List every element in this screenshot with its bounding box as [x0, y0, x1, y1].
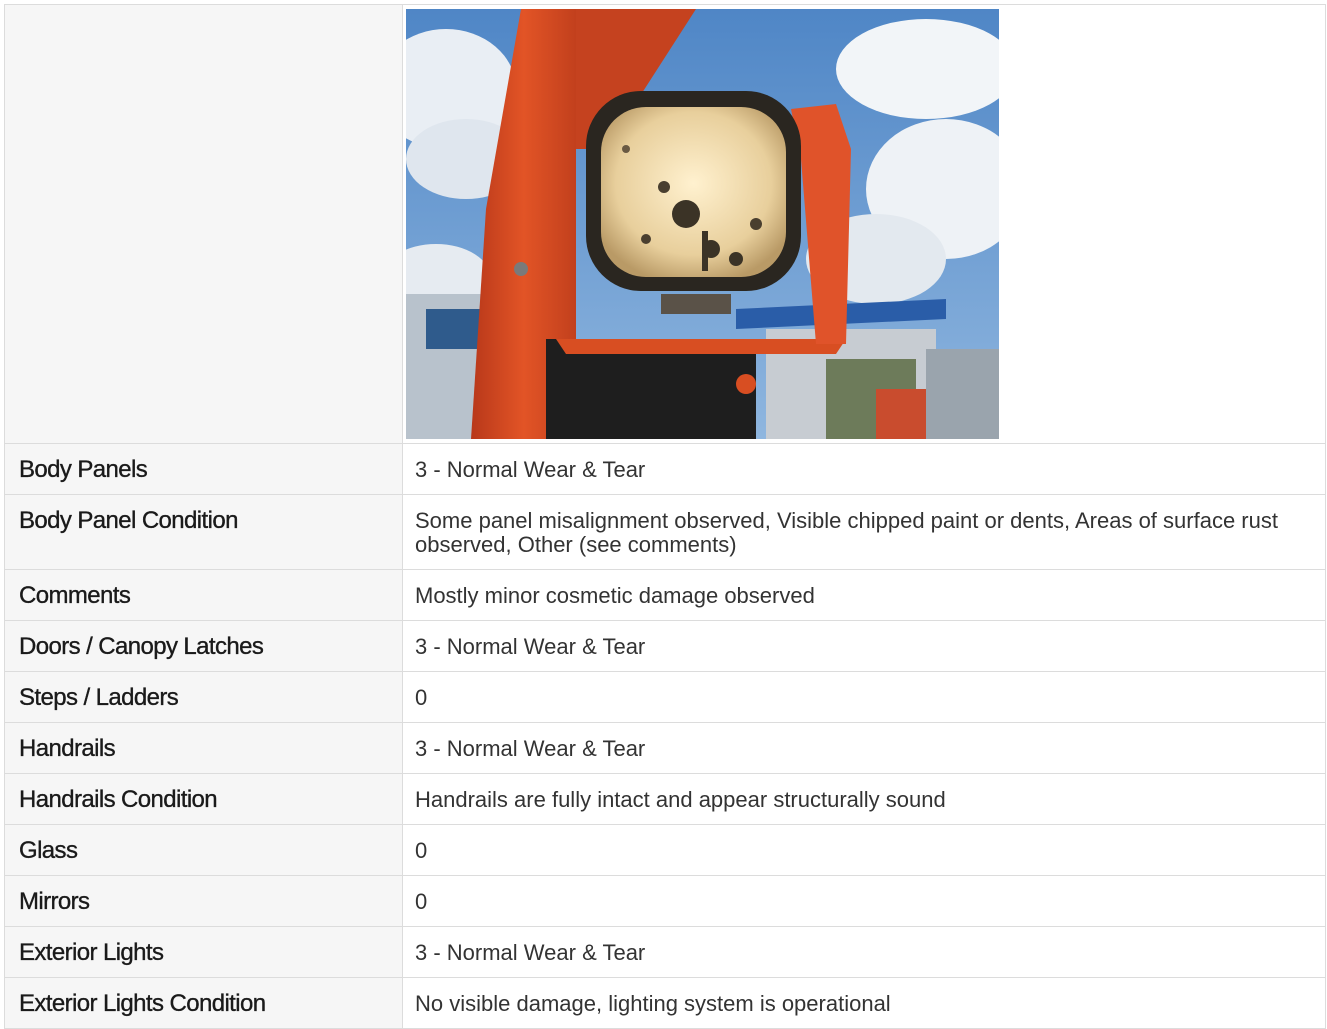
row-value: 3 - Normal Wear & Tear [402, 620, 1326, 672]
row-label: Handrails Condition [4, 773, 403, 825]
row-value: 0 [402, 824, 1326, 876]
table-row: Body Panel Condition Some panel misalign… [4, 494, 1326, 570]
row-value: 3 - Normal Wear & Tear [402, 926, 1326, 978]
row-label: Body Panel Condition [4, 494, 403, 570]
row-label: Exterior Lights [4, 926, 403, 978]
table-row: Mirrors 0 [4, 875, 1326, 927]
table-row: Doors / Canopy Latches 3 - Normal Wear &… [4, 620, 1326, 672]
row-label: Doors / Canopy Latches [4, 620, 403, 672]
row-value: Handrails are fully intact and appear st… [402, 773, 1326, 825]
inspection-table: Body Panels 3 - Normal Wear & Tear Body … [4, 4, 1326, 1029]
photo-cell [402, 4, 1326, 444]
table-row: Glass 0 [4, 824, 1326, 876]
row-label: Handrails [4, 722, 403, 774]
row-value: 0 [402, 875, 1326, 927]
table-row: Handrails Condition Handrails are fully … [4, 773, 1326, 825]
row-label: Glass [4, 824, 403, 876]
row-value: 0 [402, 671, 1326, 723]
row-label: Mirrors [4, 875, 403, 927]
table-row: Steps / Ladders 0 [4, 671, 1326, 723]
row-value: 3 - Normal Wear & Tear [402, 443, 1326, 495]
row-value: Some panel misalignment observed, Visibl… [402, 494, 1326, 570]
row-label: Comments [4, 569, 403, 621]
photo-row [4, 4, 1326, 444]
row-label: Exterior Lights Condition [4, 977, 403, 1029]
row-value: No visible damage, lighting system is op… [402, 977, 1326, 1029]
table-row: Exterior Lights 3 - Normal Wear & Tear [4, 926, 1326, 978]
photo-label-cell [4, 4, 403, 444]
table-row: Handrails 3 - Normal Wear & Tear [4, 722, 1326, 774]
row-value: 3 - Normal Wear & Tear [402, 722, 1326, 774]
table-row: Comments Mostly minor cosmetic damage ob… [4, 569, 1326, 621]
row-value: Mostly minor cosmetic damage observed [402, 569, 1326, 621]
equipment-work-light-photo[interactable] [406, 9, 999, 439]
table-row: Body Panels 3 - Normal Wear & Tear [4, 443, 1326, 495]
table-row: Exterior Lights Condition No visible dam… [4, 977, 1326, 1029]
row-label: Steps / Ladders [4, 671, 403, 723]
row-label: Body Panels [4, 443, 403, 495]
